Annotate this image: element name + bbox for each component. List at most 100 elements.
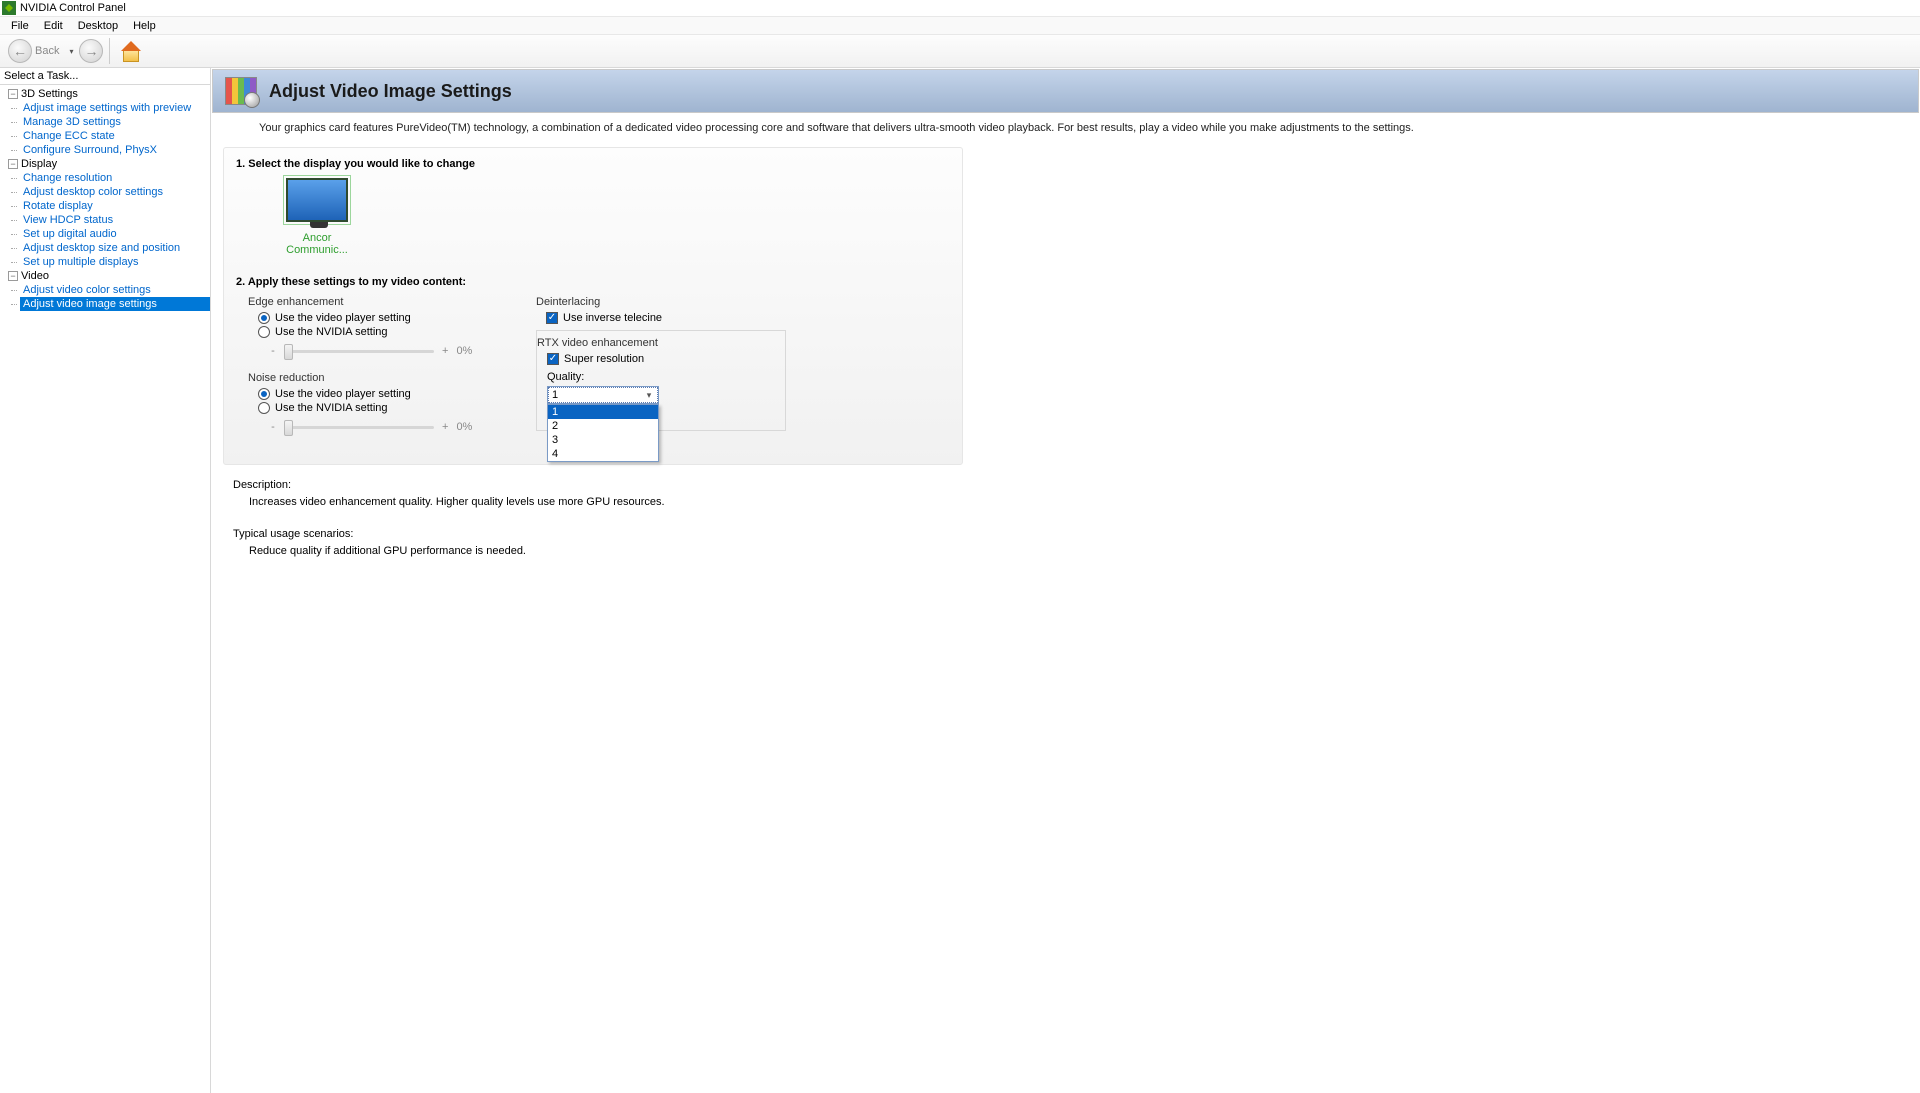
sidebar-item-desktop-size-position[interactable]: Adjust desktop size and position [20,241,210,255]
collapse-icon[interactable]: − [8,159,18,169]
noise-radio-player[interactable]: Use the video player setting [258,388,498,400]
titlebar: NVIDIA Control Panel [0,0,1920,17]
settings-panel: 1. Select the display you would like to … [223,147,963,465]
tree-group-3d-settings: − 3D Settings Adjust image settings with… [0,87,210,157]
toolbar: ← Back ▾ → [0,35,1920,68]
edge-slider[interactable] [284,342,434,360]
sidebar-item-digital-audio[interactable]: Set up digital audio [20,227,210,241]
super-resolution-checkbox[interactable]: ✓ Super resolution [547,353,775,365]
display-tile[interactable]: Ancor Communic... [272,178,362,256]
group-header-3d[interactable]: − 3D Settings [0,87,210,101]
sidebar-item-adjust-image-preview[interactable]: Adjust image settings with preview [20,101,210,115]
menu-desktop[interactable]: Desktop [71,19,125,33]
sidebar-item-rotate-display[interactable]: Rotate display [20,199,210,213]
sidebar-item-configure-surround[interactable]: Configure Surround, PhysX [20,143,210,157]
main-content: Adjust Video Image Settings Your graphic… [211,68,1920,1093]
deint-title: Deinterlacing [536,296,786,308]
monitor-icon [286,178,348,222]
back-label: Back [35,45,59,57]
description-block: Description: Increases video enhancement… [233,479,1920,508]
noise-value: 0% [456,421,472,433]
menu-help[interactable]: Help [126,19,163,33]
check-icon: ✓ [546,312,558,324]
toolbar-separator [109,38,110,64]
check-label: Use inverse telecine [563,312,662,324]
edge-slider-row: - + 0% [270,342,498,360]
edge-value: 0% [456,345,472,357]
quality-option-4[interactable]: 4 [548,447,658,461]
nvidia-app-icon [2,1,16,15]
radio-icon [258,388,270,400]
step1-label: 1. Select the display you would like to … [236,158,950,170]
quality-dropdown: 1 2 3 4 [547,404,659,462]
sidebar-item-view-hdcp[interactable]: View HDCP status [20,213,210,227]
quality-option-1[interactable]: 1 [548,405,658,419]
check-icon: ✓ [547,353,559,365]
sidebar-item-adjust-desktop-color[interactable]: Adjust desktop color settings [20,185,210,199]
menubar: File Edit Desktop Help [0,17,1920,35]
forward-button[interactable]: → [79,39,103,63]
collapse-icon[interactable]: − [8,271,18,281]
noise-radio-nvidia[interactable]: Use the NVIDIA setting [258,402,498,414]
radio-icon [258,402,270,414]
group-header-display[interactable]: − Display [0,157,210,171]
page-title: Adjust Video Image Settings [269,81,512,102]
sidebar: Select a Task... − 3D Settings Adjust im… [0,68,211,1093]
page-banner: Adjust Video Image Settings [212,69,1919,113]
check-label: Super resolution [564,353,644,365]
usage-block: Typical usage scenarios: Reduce quality … [233,528,1920,557]
menu-file[interactable]: File [4,19,36,33]
tree-group-video: − Video Adjust video color settings Adju… [0,269,210,311]
sidebar-item-video-image[interactable]: Adjust video image settings [20,297,210,311]
usage-label: Typical usage scenarios: [233,528,1920,540]
chevron-down-icon: ▾ [642,390,656,401]
sidebar-item-change-resolution[interactable]: Change resolution [20,171,210,185]
radio-icon [258,326,270,338]
plus-label: + [442,345,448,357]
inverse-telecine-checkbox[interactable]: ✓ Use inverse telecine [546,312,786,324]
usage-text: Reduce quality if additional GPU perform… [249,545,1920,557]
radio-label: Use the NVIDIA setting [275,402,388,414]
page-intro: Your graphics card features PureVideo(TM… [211,113,1920,143]
edge-radio-player[interactable]: Use the video player setting [258,312,498,324]
minus-label: - [270,345,276,357]
group-label: 3D Settings [21,87,78,101]
radio-label: Use the video player setting [275,312,411,324]
arrow-left-icon: ← [8,39,32,63]
left-column: Edge enhancement Use the video player se… [248,296,498,444]
group-rtx-enhancement: RTX video enhancement ✓ Super resolution… [536,330,786,431]
sidebar-item-manage-3d[interactable]: Manage 3D settings [20,115,210,129]
video-settings-icon [225,77,257,105]
window-title: NVIDIA Control Panel [20,2,126,14]
chevron-down-icon[interactable]: ▾ [69,47,73,56]
home-icon [120,40,142,62]
quality-combo-wrap: 1 ▾ 1 2 3 4 [547,386,659,404]
sidebar-item-multiple-displays[interactable]: Set up multiple displays [20,255,210,269]
right-column: Deinterlacing ✓ Use inverse telecine RTX… [536,296,786,444]
task-tree: − 3D Settings Adjust image settings with… [0,85,210,313]
noise-slider-row: - + 0% [270,418,498,436]
group-header-video[interactable]: − Video [0,269,210,283]
home-button[interactable] [116,38,146,64]
description-label: Description: [233,479,1920,491]
sidebar-item-video-color[interactable]: Adjust video color settings [20,283,210,297]
sidebar-item-change-ecc[interactable]: Change ECC state [20,129,210,143]
quality-option-3[interactable]: 3 [548,433,658,447]
radio-label: Use the video player setting [275,388,411,400]
quality-label: Quality: [547,371,775,383]
quality-option-2[interactable]: 2 [548,419,658,433]
description-text: Increases video enhancement quality. Hig… [249,496,1920,508]
radio-icon [258,312,270,324]
collapse-icon[interactable]: − [8,89,18,99]
quality-combobox[interactable]: 1 ▾ [547,386,659,404]
edge-radio-nvidia[interactable]: Use the NVIDIA setting [258,326,498,338]
group-noise-reduction: Noise reduction Use the video player set… [248,372,498,436]
tree-group-display: − Display Change resolution Adjust deskt… [0,157,210,269]
noise-slider[interactable] [284,418,434,436]
rtx-title: RTX video enhancement [537,337,775,349]
group-label: Display [21,157,57,171]
radio-label: Use the NVIDIA setting [275,326,388,338]
back-button[interactable]: ← Back [4,38,63,64]
plus-label: + [442,421,448,433]
menu-edit[interactable]: Edit [37,19,70,33]
